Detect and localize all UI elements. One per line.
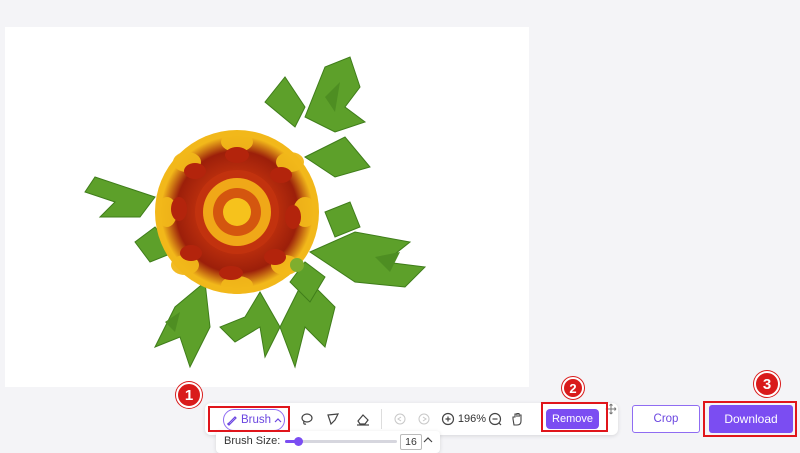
marigold-image [84, 56, 427, 369]
brush-tool-button[interactable]: Brush [223, 409, 285, 431]
brush-size-label: Brush Size: [224, 435, 281, 447]
zoom-in-icon[interactable] [438, 403, 458, 435]
step-badge-1: 1 [176, 382, 202, 408]
brush-size-value[interactable]: 16 [400, 434, 422, 450]
zoom-out-icon[interactable] [485, 403, 505, 435]
crop-button[interactable]: Crop [632, 405, 700, 433]
brush-size-slider[interactable] [285, 437, 397, 446]
download-button[interactable]: Download [709, 405, 793, 433]
chevron-up-icon[interactable] [423, 435, 433, 447]
brush-size-panel: Brush Size: 16 [216, 431, 440, 453]
slider-thumb[interactable] [294, 437, 304, 446]
step-badge-2: 2 [562, 377, 584, 399]
remove-button[interactable]: Remove [546, 409, 599, 429]
toolbar-divider [381, 409, 382, 429]
hand-icon[interactable] [507, 403, 527, 435]
step-badge-3: 3 [754, 371, 780, 397]
image-canvas[interactable] [5, 27, 529, 387]
brush-label: Brush [240, 414, 272, 426]
move-icon[interactable] [605, 402, 617, 420]
zoom-level: 196% [457, 413, 487, 425]
paintbrush-icon [226, 414, 238, 426]
chevron-up-icon [274, 417, 282, 423]
